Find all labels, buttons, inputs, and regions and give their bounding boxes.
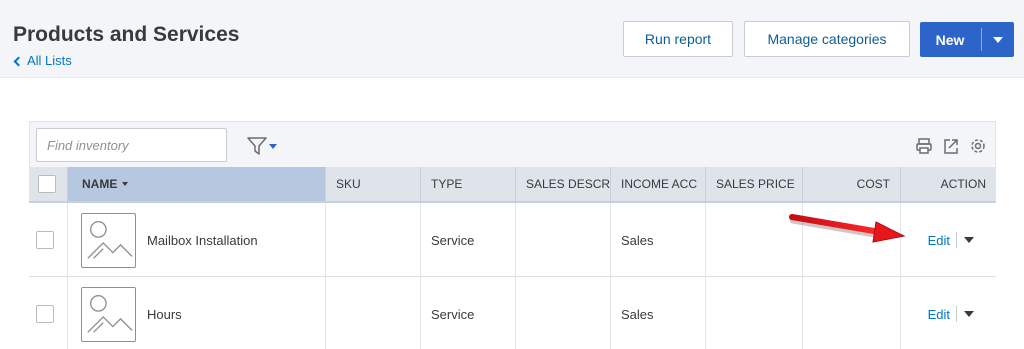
cost-cell [803, 203, 901, 277]
print-icon[interactable] [915, 136, 933, 156]
column-header-name[interactable]: NAME [68, 167, 326, 201]
sales-price-cell [706, 203, 803, 277]
select-all-checkbox[interactable] [38, 175, 56, 193]
income-account-cell: Sales [611, 203, 706, 277]
select-all-cell [29, 167, 68, 201]
action-cell: Edit [901, 203, 996, 277]
column-header-type[interactable]: TYPE [421, 167, 516, 201]
all-lists-label: All Lists [27, 53, 72, 68]
table-header: NAME SKU TYPE SALES DESCR INCOME ACC SAL… [29, 167, 996, 203]
page-title: Products and Services [13, 23, 240, 46]
table-tools [915, 136, 987, 156]
name-cell: Hours [68, 277, 326, 349]
product-name: Hours [147, 306, 182, 322]
column-header-name-label: NAME [82, 177, 118, 191]
new-button[interactable]: New [920, 22, 1014, 57]
column-header-income-account[interactable]: INCOME ACC [611, 167, 706, 201]
table-row: Hours Service Sales Edit [29, 277, 996, 349]
sku-cell [326, 203, 421, 277]
all-lists-link[interactable]: All Lists [13, 53, 72, 68]
filter-icon[interactable] [246, 136, 280, 156]
page-header: Products and Services All Lists Run repo… [0, 0, 1024, 78]
new-button-divider [981, 28, 982, 51]
name-cell: Mailbox Installation [68, 203, 326, 277]
settings-icon[interactable] [969, 136, 987, 156]
action-divider [956, 232, 957, 248]
image-placeholder-icon [81, 213, 136, 268]
row-checkbox[interactable] [36, 231, 54, 249]
sort-caret-icon [122, 182, 129, 186]
column-header-sales-description[interactable]: SALES DESCR [516, 167, 611, 201]
row-checkbox[interactable] [36, 305, 54, 323]
action-dropdown-caret-icon[interactable] [964, 311, 974, 317]
run-report-button[interactable]: Run report [623, 21, 733, 57]
find-inventory-input[interactable] [36, 128, 227, 162]
cost-cell [803, 277, 901, 349]
sales-description-cell [516, 203, 611, 277]
product-name: Mailbox Installation [147, 232, 258, 248]
action-dropdown-caret-icon[interactable] [964, 237, 974, 243]
action-cell: Edit [901, 277, 996, 349]
new-dropdown-caret-icon[interactable] [993, 37, 1003, 43]
income-account-cell: Sales [611, 277, 706, 349]
column-header-sales-price[interactable]: SALES PRICE [706, 167, 803, 201]
export-icon[interactable] [942, 136, 960, 156]
table-toolbar [29, 121, 996, 167]
type-cell: Service [421, 277, 516, 349]
sales-price-cell [706, 277, 803, 349]
row-select-cell [29, 203, 68, 277]
action-divider [956, 306, 957, 322]
row-select-cell [29, 277, 68, 349]
new-button-label: New [935, 31, 965, 48]
image-placeholder-icon [81, 287, 136, 342]
edit-link[interactable]: Edit [928, 307, 950, 322]
column-header-action: ACTION [940, 177, 986, 191]
type-cell: Service [421, 203, 516, 277]
manage-categories-button[interactable]: Manage categories [744, 21, 910, 57]
chevron-left-icon [13, 56, 24, 66]
column-header-cost[interactable]: COST [803, 167, 901, 201]
table-row: Mailbox Installation Service Sales Edit [29, 203, 996, 277]
products-table: NAME SKU TYPE SALES DESCR INCOME ACC SAL… [29, 121, 996, 349]
column-header-sku[interactable]: SKU [326, 167, 421, 201]
edit-link[interactable]: Edit [928, 233, 950, 248]
sales-description-cell [516, 277, 611, 349]
sku-cell [326, 277, 421, 349]
